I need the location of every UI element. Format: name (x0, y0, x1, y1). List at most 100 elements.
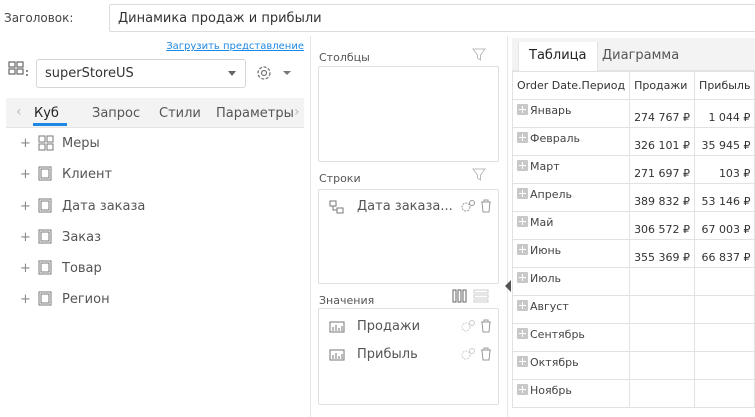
gear-icon[interactable] (254, 63, 294, 83)
hierarchy-icon (329, 200, 344, 213)
values-label: Значения (319, 294, 375, 307)
row-header-cell[interactable]: Ноябрь (511, 379, 631, 408)
row-header-cell[interactable]: Февраль (511, 127, 631, 156)
tree-item-product[interactable]: + Товар (20, 257, 102, 279)
tree-item-label: Дата заказа (62, 198, 146, 214)
expand-icon[interactable] (517, 300, 528, 311)
value-field-profit[interactable]: Прибыль (329, 347, 418, 362)
tree-item-label: Заказ (62, 229, 102, 245)
expand-icon[interactable] (517, 104, 528, 115)
columns-label: Столбцы (319, 51, 370, 64)
rows-label: Строки (319, 172, 361, 185)
expand-icon[interactable] (517, 384, 528, 395)
expand-icon[interactable] (517, 160, 528, 171)
trash-icon[interactable] (480, 319, 492, 333)
datasource-value: superStoreUS (45, 66, 134, 81)
active-tab-indicator (33, 123, 67, 126)
filter-icon[interactable] (472, 48, 486, 62)
tab-chart[interactable]: Диаграмма (602, 48, 679, 63)
dimension-icon (38, 198, 52, 213)
expand-icon[interactable] (517, 132, 528, 143)
values-dropzone[interactable]: Продажи Прибыль (318, 308, 499, 405)
title-input[interactable]: Динамика продаж и прибыли (109, 4, 755, 32)
pivot-table: Order Date.Период Продажи Прибыль Январь… (511, 71, 755, 408)
trash-icon[interactable] (480, 199, 492, 213)
tree-item-measures[interactable]: + Меры (20, 132, 100, 154)
tree-item-client[interactable]: + Клиент (20, 163, 112, 185)
columns-layout-icon[interactable] (452, 289, 468, 303)
row-field-label: Дата заказа... (357, 199, 453, 214)
expand-icon[interactable]: + (20, 167, 31, 182)
expand-icon[interactable]: + (20, 199, 31, 214)
datasource-select[interactable]: superStoreUS (36, 59, 246, 88)
sales-cell: 355 369 ₽ (629, 239, 696, 268)
profit-cell: 1 044 ₽ (694, 99, 755, 128)
row-header-cell[interactable]: Май (511, 211, 631, 240)
tree-item-region[interactable]: + Регион (20, 288, 110, 310)
tree-item-order[interactable]: + Заказ (20, 226, 101, 248)
load-view-link[interactable]: Загрузить представление (166, 41, 304, 52)
measure-icon (329, 321, 345, 332)
row-header-label: Ноябрь (530, 384, 572, 397)
settings-icon[interactable] (460, 199, 476, 213)
tab-table[interactable]: Таблица (518, 42, 598, 72)
value-field-label: Продажи (357, 319, 421, 334)
column-header[interactable]: Order Date.Период (511, 71, 631, 100)
settings-icon[interactable] (460, 319, 476, 333)
tab-cube[interactable]: Куб (34, 106, 59, 121)
profit-cell (694, 267, 755, 296)
profit-cell: 35 945 ₽ (694, 127, 755, 156)
row-header-cell[interactable]: Июль (511, 267, 631, 296)
row-header-cell[interactable]: Октябрь (511, 351, 631, 380)
expand-icon[interactable]: + (20, 261, 31, 276)
row-header-cell[interactable]: Март (511, 155, 631, 184)
expand-icon[interactable]: + (20, 230, 31, 245)
divider (310, 36, 311, 417)
sales-cell: 389 832 ₽ (629, 183, 696, 212)
expand-icon[interactable]: + (20, 292, 31, 307)
collapse-panel-icon[interactable] (505, 280, 511, 292)
expand-icon[interactable] (517, 328, 528, 339)
table-row: Сентябрь (511, 323, 755, 352)
row-header-cell[interactable]: Январь (511, 99, 631, 128)
column-header[interactable]: Продажи (629, 71, 696, 100)
sales-cell: 274 767 ₽ (629, 99, 696, 128)
row-header-cell[interactable]: Сентябрь (511, 323, 631, 352)
profit-cell: 53 146 ₽ (694, 183, 755, 212)
rows-layout-icon[interactable] (473, 289, 489, 303)
profit-cell (694, 295, 755, 324)
expand-icon[interactable] (517, 356, 528, 367)
profit-cell (694, 379, 755, 408)
title-label: Заголовок: (4, 11, 74, 25)
tab-params[interactable]: Параметры (216, 106, 294, 121)
sales-cell (629, 351, 696, 380)
tab-styles[interactable]: Стили (159, 106, 201, 121)
row-header-cell[interactable]: Август (511, 295, 631, 324)
rows-dropzone[interactable]: Дата заказа... (318, 189, 499, 284)
row-header-cell[interactable]: Апрель (511, 183, 631, 212)
columns-dropzone[interactable] (318, 66, 499, 162)
trash-icon[interactable] (480, 347, 492, 361)
expand-icon[interactable] (517, 272, 528, 283)
row-header-label: Февраль (530, 132, 580, 145)
expand-icon[interactable] (517, 244, 528, 255)
tab-query[interactable]: Запрос (92, 106, 140, 121)
expand-icon[interactable]: + (20, 136, 31, 151)
expand-icon[interactable] (517, 216, 528, 227)
table-row: Август (511, 295, 755, 324)
sales-cell: 271 697 ₽ (629, 155, 696, 184)
table-header-row: Order Date.Период Продажи Прибыль (511, 71, 755, 100)
settings-icon[interactable] (460, 347, 476, 361)
sales-cell: 326 101 ₽ (629, 127, 696, 156)
column-header[interactable]: Прибыль (694, 71, 755, 100)
tree-item-order-date[interactable]: + Дата заказа (20, 195, 145, 217)
expand-icon[interactable] (517, 188, 528, 199)
chevron-right-icon[interactable]: › (294, 104, 300, 120)
divider (507, 36, 508, 417)
filter-icon[interactable] (472, 168, 486, 182)
row-header-cell[interactable]: Июнь (511, 239, 631, 268)
row-field-order-date[interactable]: Дата заказа... (329, 199, 453, 214)
chevron-left-icon[interactable]: ‹ (16, 104, 22, 120)
value-field-sales[interactable]: Продажи (329, 319, 420, 334)
sales-cell (629, 295, 696, 324)
